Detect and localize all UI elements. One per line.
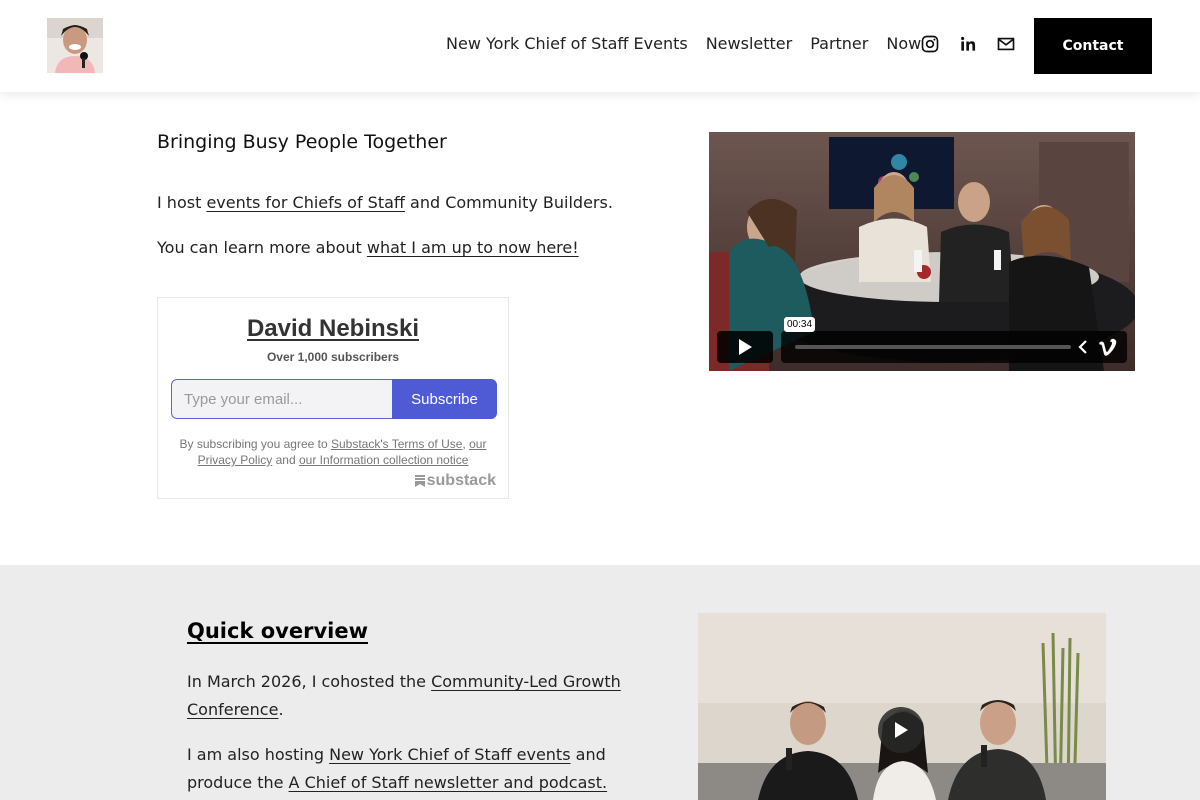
email-input[interactable] — [171, 379, 392, 419]
subscribe-form: Subscribe — [171, 379, 497, 419]
share-chevron-icon[interactable] — [1077, 339, 1089, 355]
privacy-policy-link-part-2[interactable]: Privacy Policy — [198, 453, 273, 467]
email-icon[interactable] — [996, 34, 1016, 54]
vimeo-icon[interactable] — [1097, 337, 1117, 357]
nav-item-chief-of-staff-events[interactable]: New York Chief of Staff Events — [446, 34, 688, 53]
event-video-player[interactable]: 00:34 — [709, 132, 1135, 371]
video-time-tooltip: 00:34 — [784, 317, 816, 332]
subscribe-button[interactable]: Subscribe — [392, 379, 497, 419]
video-progress-bar[interactable] — [795, 345, 1071, 349]
overview-p1-suffix: . — [278, 700, 284, 719]
play-icon-2 — [895, 722, 908, 738]
legal-sep-2: and — [272, 453, 299, 467]
terms-of-use-link[interactable]: Substack's Terms of Use — [331, 437, 462, 451]
site-header: New York Chief of Staff Events Newslette… — [0, 0, 1200, 92]
video-controls: 00:34 — [717, 317, 1127, 363]
linkedin-icon[interactable] — [958, 34, 978, 54]
information-collection-link[interactable]: our Information collection notice — [299, 453, 468, 467]
overview-p2-prefix: I am also hosting — [187, 745, 330, 764]
newsletter-podcast-link[interactable]: A Chief of Staff newsletter and podcast. — [289, 773, 608, 792]
nav-item-now[interactable]: Now — [886, 34, 921, 53]
quick-overview-heading[interactable]: Quick overview — [187, 619, 368, 643]
video2-play-button[interactable] — [878, 707, 924, 753]
play-button[interactable] — [717, 331, 773, 363]
subscriber-count: Over 1,000 subscribers — [266, 350, 400, 364]
hero-paragraph-now: You can learn more about what I am up to… — [157, 238, 579, 257]
overview-p1-prefix: In March 2026, I cohosted the — [187, 672, 432, 691]
overview-paragraph-conference: In March 2026, I cohosted the Community-… — [187, 668, 637, 724]
events-for-chiefs-link[interactable]: events for Chiefs of Staff — [206, 193, 405, 212]
interview-video-player[interactable] — [698, 613, 1106, 800]
substack-brand-text: substack — [426, 472, 496, 489]
now-page-link[interactable]: what I am up to now here! — [367, 238, 579, 257]
overview-paragraph-events: I am also hosting New York Chief of Staf… — [187, 741, 637, 797]
legal-prefix: By subscribing you agree to — [179, 437, 331, 451]
play-icon — [739, 339, 752, 355]
hero-headline: Bringing Busy People Together — [157, 131, 447, 153]
main-nav: New York Chief of Staff Events Newslette… — [446, 34, 921, 53]
hero-p1-prefix: I host — [157, 193, 207, 212]
substack-publication-name[interactable]: David Nebinski — [158, 315, 508, 343]
substack-bookmark-icon — [414, 475, 425, 487]
ny-chief-of-staff-events-link[interactable]: New York Chief of Staff events — [329, 745, 570, 764]
avatar-logo[interactable] — [47, 18, 103, 73]
substack-signup-card: David Nebinski Over 1,000 subscribers Su… — [157, 297, 509, 499]
social-links — [920, 34, 1016, 54]
nav-item-newsletter[interactable]: Newsletter — [706, 34, 793, 53]
hero-p1-suffix: and Community Builders. — [404, 193, 613, 212]
hero-p2-prefix: You can learn more about — [157, 238, 367, 257]
substack-legal-text: By subscribing you agree to Substack's T… — [168, 436, 498, 468]
contact-button[interactable]: Contact — [1034, 18, 1152, 74]
hero-paragraph-events: I host events for Chiefs of Staff and Co… — [157, 193, 613, 212]
substack-logo[interactable]: substack — [414, 472, 496, 490]
privacy-policy-link-part-1[interactable]: our — [469, 437, 486, 451]
instagram-icon[interactable] — [920, 34, 940, 54]
nav-item-partner[interactable]: Partner — [810, 34, 868, 53]
